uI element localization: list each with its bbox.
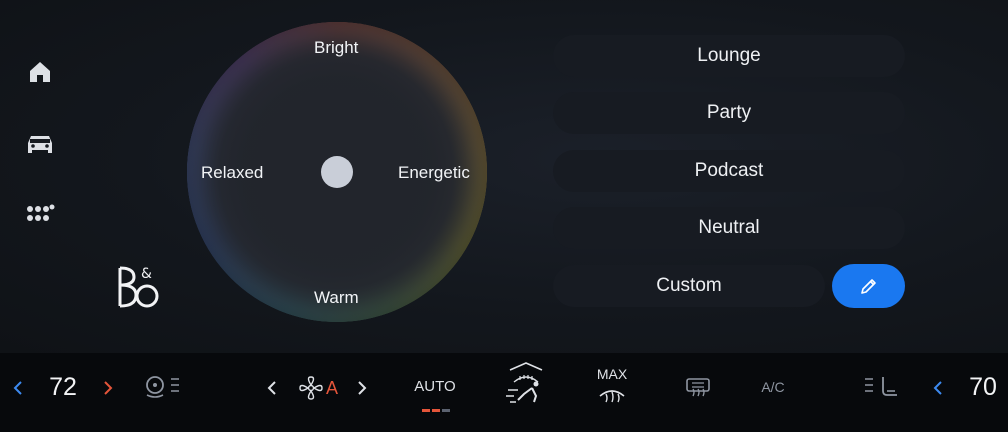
mood-label-warm: Warm [314,288,359,307]
chevron-left-icon [267,381,276,395]
mood-label-bright: Bright [314,38,359,57]
sidebar-item-apps[interactable] [18,194,62,238]
max-defrost-button[interactable] [596,383,628,407]
fan-down-button[interactable] [262,375,282,401]
mood-selector-handle[interactable] [321,156,353,188]
preset-custom[interactable]: Custom [553,265,825,307]
preset-podcast[interactable]: Podcast [553,150,905,192]
sound-mood-sphere[interactable]: Bright Relaxed Energetic Warm [187,22,487,322]
max-defrost-label: MAX [596,366,628,382]
pencil-icon [860,279,876,294]
seat-heat-icon [865,377,897,396]
mood-label-relaxed: Relaxed [201,163,264,182]
sidebar-item-home[interactable] [18,50,62,94]
apps-grid-icon [27,204,55,221]
preset-party[interactable]: Party [553,92,905,134]
home-icon [30,62,50,82]
rear-defrost-icon [686,378,710,397]
preset-neutral[interactable]: Neutral [553,207,905,249]
ac-button[interactable]: A/C [754,375,792,399]
preset-lounge[interactable]: Lounge [553,35,905,77]
passenger-seat-heat-button[interactable] [858,371,904,403]
front-defrost-icon [599,390,625,403]
svg-text:&: & [141,266,152,282]
steering-heat-icon [146,376,179,398]
driver-seat-heat-button[interactable] [138,371,184,403]
mood-label-energetic: Energetic [398,163,470,182]
rear-defrost-button[interactable] [682,373,714,401]
fan-up-button[interactable] [352,375,372,401]
passenger-temp-down-button[interactable] [928,375,948,401]
chevron-left-icon [13,381,22,395]
bang-olufsen-logo: & [112,262,164,312]
driver-temp-down-button[interactable] [8,375,28,401]
fan-speed-indicator [296,373,326,403]
sidebar-item-vehicle[interactable] [18,122,62,166]
climate-bar: 72 A AUTO MAX A/C 70 [0,353,1008,432]
passenger-temp: 70 [969,372,997,401]
auto-button[interactable]: AUTO [408,375,462,397]
chevron-right-icon [358,381,367,395]
auto-level-indicator [422,409,450,412]
chevron-right-icon [104,381,113,395]
main-panel: & Bright Relaxed Energetic Warm Lounge P… [0,0,1008,353]
airflow-mode-button[interactable] [500,359,552,409]
chevron-left-icon [933,381,942,395]
car-icon [28,136,52,153]
airflow-icon [506,362,543,403]
driver-temp: 72 [49,372,77,401]
fan-icon [299,376,323,400]
fan-auto-badge: A [325,377,338,398]
edit-custom-button[interactable] [832,264,905,308]
driver-temp-up-button[interactable] [98,375,118,401]
